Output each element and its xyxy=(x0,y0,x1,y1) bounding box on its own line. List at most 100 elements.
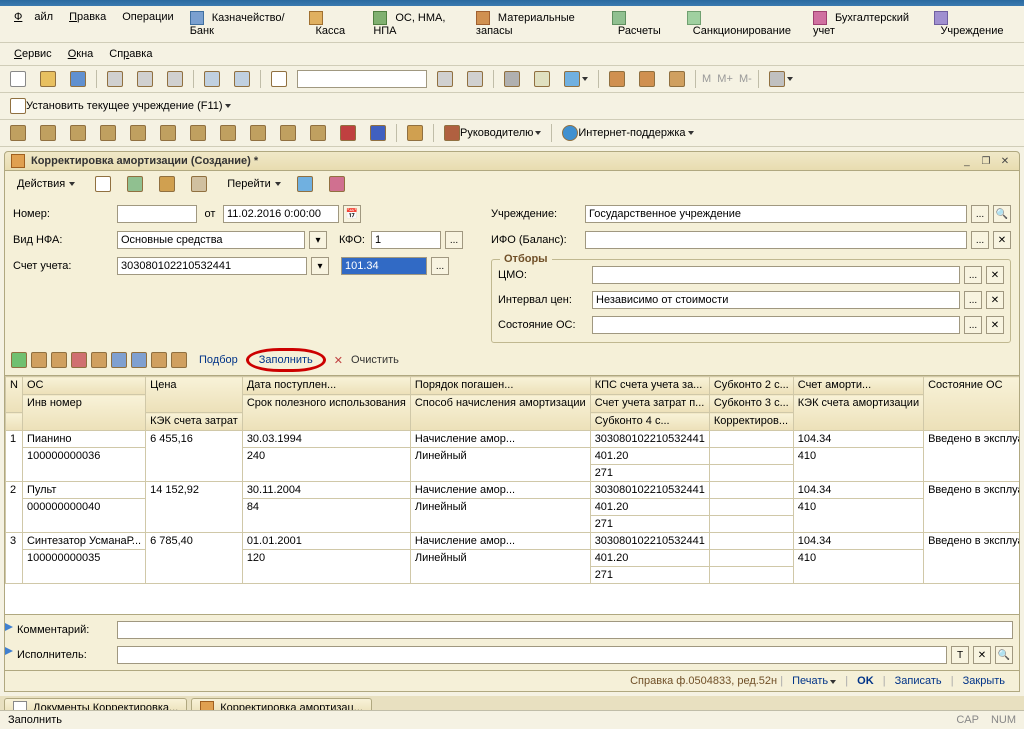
p1[interactable] xyxy=(6,123,30,143)
tt-add[interactable] xyxy=(11,352,27,368)
col-sub4[interactable]: Субконто 4 с... xyxy=(590,413,709,431)
p6[interactable] xyxy=(156,123,180,143)
p7[interactable] xyxy=(186,123,210,143)
clear-button[interactable]: Очистить xyxy=(347,354,403,366)
menu-help[interactable]: Справка xyxy=(103,46,158,62)
uchr-btn[interactable]: ... xyxy=(971,205,989,223)
ok-button[interactable]: OK xyxy=(851,675,880,687)
p14[interactable] xyxy=(403,123,427,143)
tb-calendar[interactable] xyxy=(530,69,554,89)
tb-new[interactable] xyxy=(6,69,30,89)
uchr-search[interactable]: 🔍 xyxy=(993,205,1011,223)
col-cena2[interactable] xyxy=(6,413,23,431)
menu-accounting[interactable]: Бухгалтерский учет xyxy=(807,9,924,39)
col-sub2[interactable]: Субконто 2 с... xyxy=(709,377,793,395)
vid-select[interactable]: Основные средства xyxy=(117,231,305,249)
ifo-btn[interactable]: ... xyxy=(971,231,989,249)
col-inv[interactable]: Инв номер xyxy=(22,395,145,431)
interval-input[interactable]: Независимо от стоимости xyxy=(592,291,960,309)
cmo-btn[interactable]: ... xyxy=(964,266,982,284)
cmo-clear[interactable]: ✕ xyxy=(986,266,1004,284)
dt2[interactable] xyxy=(121,174,149,194)
cmo-input[interactable] xyxy=(592,266,960,284)
col-cena[interactable]: Цена xyxy=(146,377,243,413)
tt-down[interactable] xyxy=(131,352,147,368)
tb-grid2[interactable] xyxy=(635,69,659,89)
menu-materials[interactable]: Материальные запасы xyxy=(470,9,602,39)
ruk-button[interactable]: Руководителю xyxy=(440,123,545,143)
p2[interactable] xyxy=(36,123,60,143)
ifo-input[interactable] xyxy=(585,231,967,249)
tt-sort-desc[interactable] xyxy=(171,352,187,368)
tb-grid3[interactable] xyxy=(665,69,689,89)
vid-dropdown[interactable]: ▾ xyxy=(309,231,327,249)
dt6[interactable] xyxy=(323,174,351,194)
col-poryadok[interactable]: Порядок погашен... xyxy=(410,377,590,395)
sost-btn[interactable]: ... xyxy=(964,316,982,334)
date-input[interactable]: 11.02.2016 0:00:00 xyxy=(223,205,339,223)
set-institution[interactable]: Установить текущее учреждение (F11) xyxy=(6,96,235,116)
kfo-btn[interactable]: ... xyxy=(445,231,463,249)
tb-wrench[interactable] xyxy=(765,69,797,89)
isp-clear[interactable]: ✕ xyxy=(973,646,991,664)
sost-input[interactable] xyxy=(592,316,960,334)
p8[interactable] xyxy=(216,123,240,143)
tb-info[interactable] xyxy=(560,69,592,89)
restore-button[interactable]: ❐ xyxy=(978,154,994,168)
nomer-input[interactable] xyxy=(117,205,197,223)
tt-copy[interactable] xyxy=(31,352,47,368)
menu-treasury[interactable]: Казначейство/Банк xyxy=(184,9,300,39)
dt4[interactable] xyxy=(185,174,213,194)
save-button[interactable]: Записать xyxy=(889,675,948,687)
tt-refresh[interactable] xyxy=(91,352,107,368)
menu-sanction[interactable]: Санкционирование xyxy=(681,9,803,39)
p13[interactable] xyxy=(366,123,390,143)
dt1[interactable] xyxy=(89,174,117,194)
tb-cut[interactable] xyxy=(103,69,127,89)
schet-input[interactable]: 303080102210532441 xyxy=(117,257,307,275)
inet-button[interactable]: Интернет-поддержка xyxy=(558,123,697,143)
table-row[interactable]: 1Пианино6 455,1630.03.1994Начисление амо… xyxy=(6,431,1021,448)
menu-kassa[interactable]: Касса xyxy=(303,9,363,39)
goto-button[interactable]: Перейти xyxy=(221,176,287,192)
tb-find[interactable] xyxy=(267,69,291,89)
menu-service[interactable]: Сервис xyxy=(8,46,58,62)
col-kps[interactable]: КПС счета учета за... xyxy=(590,377,709,395)
kfo-input[interactable]: 1 xyxy=(371,231,441,249)
tb-prev[interactable] xyxy=(433,69,457,89)
close-doc-button[interactable]: Закрыть xyxy=(957,675,1011,687)
tb-save[interactable] xyxy=(66,69,90,89)
ifo-clear[interactable]: ✕ xyxy=(993,231,1011,249)
tb-copy[interactable] xyxy=(133,69,157,89)
menu-edit[interactable]: Правка xyxy=(63,9,112,39)
interval-btn[interactable]: ... xyxy=(964,291,982,309)
tt-edit[interactable] xyxy=(51,352,67,368)
tt-del[interactable] xyxy=(71,352,87,368)
col-sub3[interactable]: Субконто 3 с... xyxy=(709,395,793,413)
schet2-input[interactable]: 101.34 xyxy=(341,257,427,275)
menu-os[interactable]: ОС, НМА, НПА xyxy=(367,9,466,39)
isp-input[interactable] xyxy=(117,646,947,664)
schet-btn[interactable]: ▾ xyxy=(311,257,329,275)
col-schet-zatr[interactable]: Счет учета затрат п... xyxy=(590,395,709,413)
dt5[interactable] xyxy=(291,174,319,194)
col-schet-amort[interactable]: Счет аморти... xyxy=(793,377,923,395)
col-kek-amort[interactable]: КЭК счета амортизации xyxy=(793,395,923,431)
tt-sort-asc[interactable] xyxy=(151,352,167,368)
grid[interactable]: N ОС Цена Дата поступлен... Порядок пога… xyxy=(4,375,1020,615)
p10[interactable] xyxy=(276,123,300,143)
p5[interactable] xyxy=(126,123,150,143)
interval-clear[interactable]: ✕ xyxy=(986,291,1004,309)
isp-t[interactable]: T xyxy=(951,646,969,664)
dt3[interactable] xyxy=(153,174,181,194)
col-sost[interactable]: Состояние ОС xyxy=(924,377,1020,431)
tt-up[interactable] xyxy=(111,352,127,368)
komm-input[interactable] xyxy=(117,621,1013,639)
fill-button[interactable]: Заполнить xyxy=(246,348,326,372)
tb-open[interactable] xyxy=(36,69,60,89)
tb-grid1[interactable] xyxy=(605,69,629,89)
menu-operations[interactable]: Операции xyxy=(116,9,179,39)
date-picker-button[interactable]: 📅 xyxy=(343,205,361,223)
isp-search[interactable]: 🔍 xyxy=(995,646,1013,664)
p11[interactable] xyxy=(306,123,330,143)
